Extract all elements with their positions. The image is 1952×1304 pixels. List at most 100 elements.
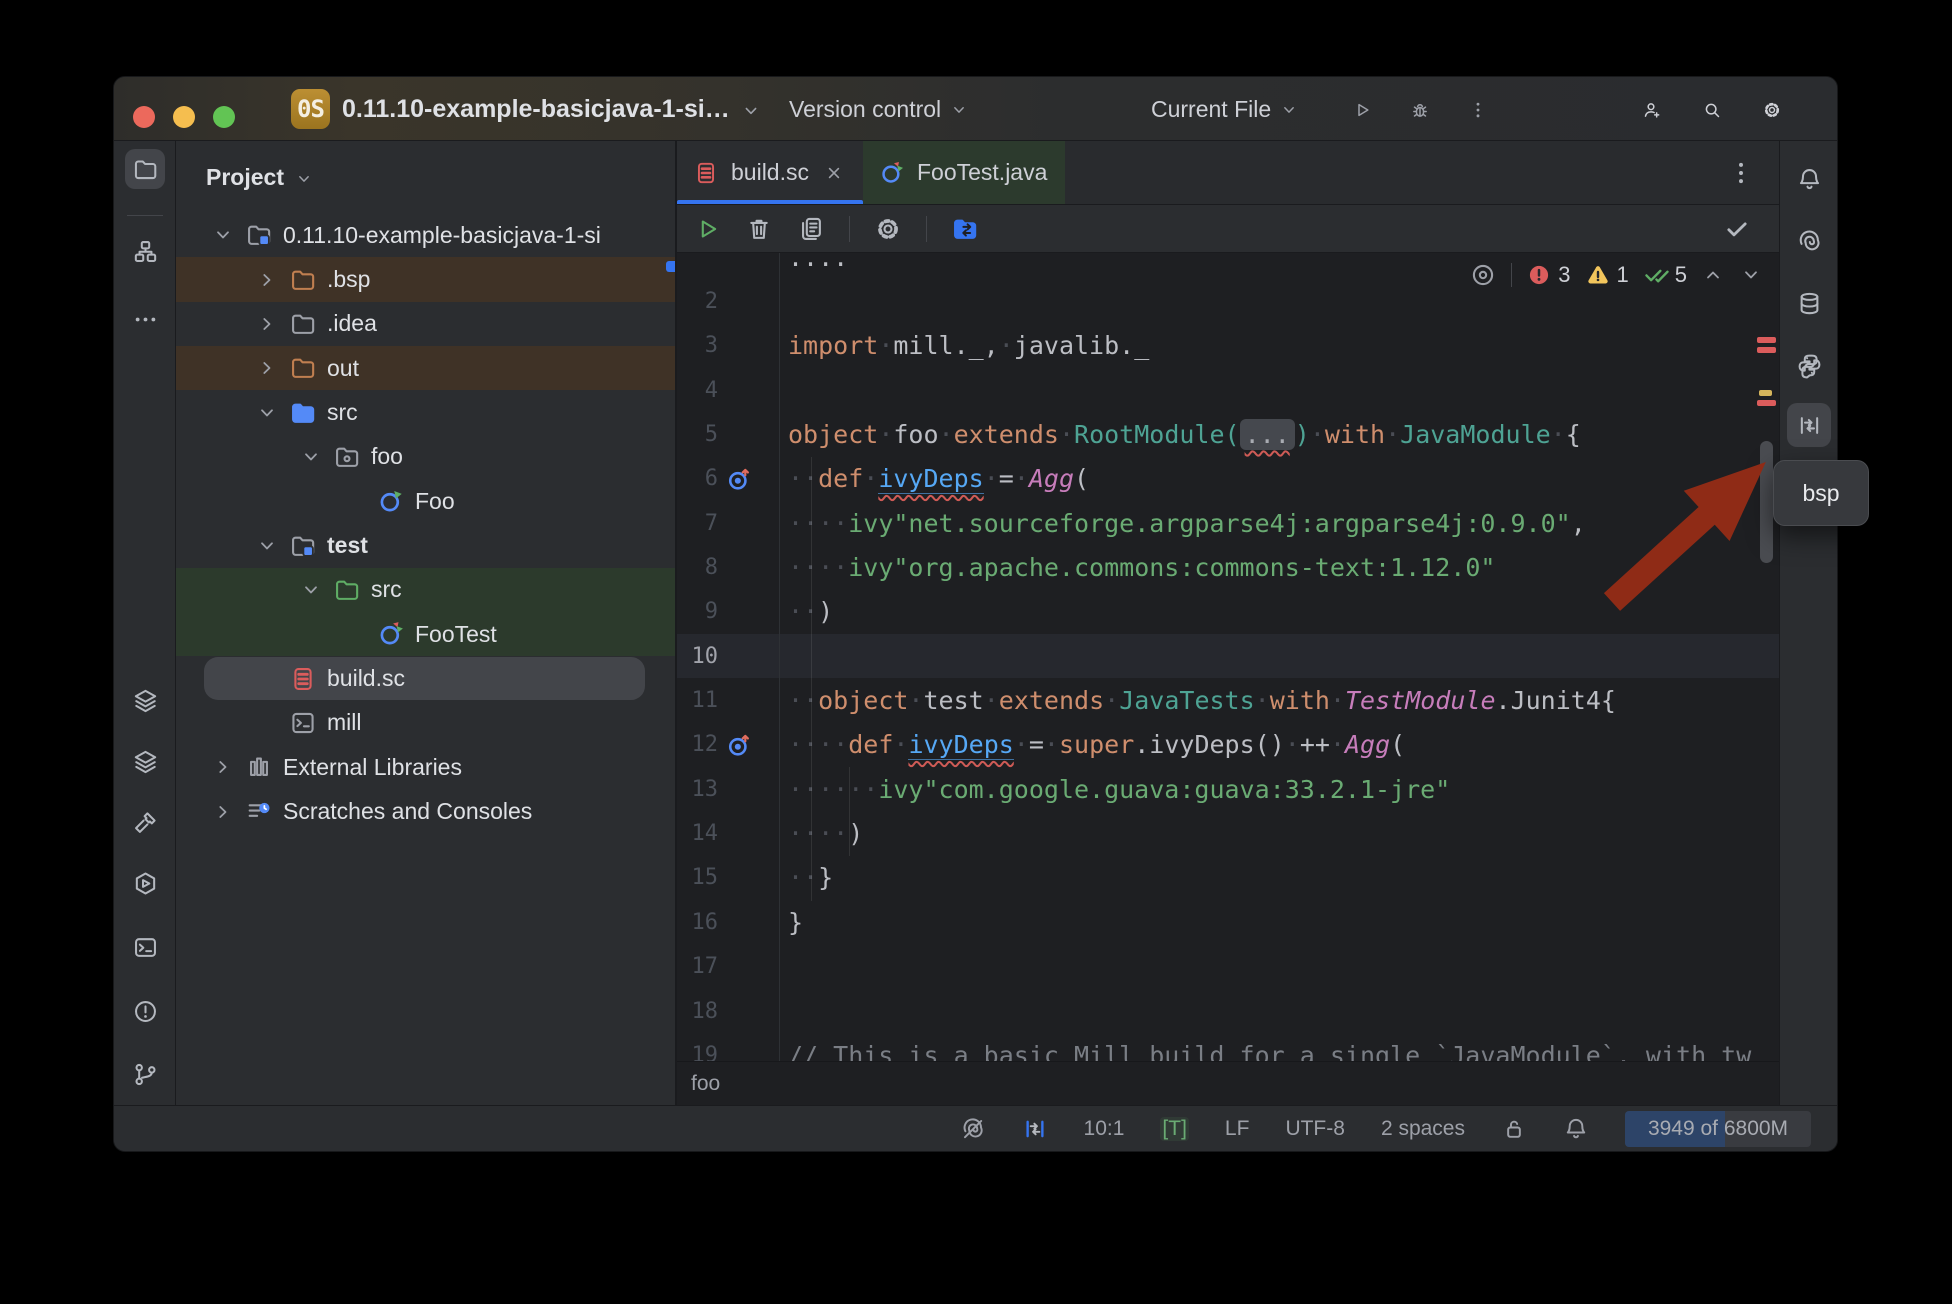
tab-options-kebab-icon[interactable] (1727, 159, 1755, 187)
gutter[interactable] (718, 457, 780, 501)
tree-item--idea[interactable]: .idea (176, 302, 675, 346)
line-number[interactable]: 5 (677, 422, 718, 447)
copy-stack-icon[interactable] (797, 215, 825, 243)
tree-item-scratches-and-consoles[interactable]: Scratches and Consoles (176, 789, 675, 833)
line-number[interactable]: 18 (677, 999, 718, 1024)
chevron-right-icon[interactable] (211, 800, 235, 824)
line-number[interactable]: 11 (677, 688, 718, 713)
line-number[interactable]: 17 (677, 954, 718, 979)
line-number[interactable]: 2 (677, 289, 718, 314)
code-line-12[interactable]: 12····def·ivyDeps·=·super.ivyDeps()·++·A… (677, 723, 1779, 767)
minimize-window-button[interactable] (173, 106, 195, 128)
gear-icon[interactable] (874, 215, 902, 243)
code-line-8[interactable]: 8····ivy"org.apache.commons:commons-text… (677, 545, 1779, 589)
indent-setting[interactable]: 2 spaces (1381, 1117, 1465, 1141)
chevron-down-icon[interactable] (299, 445, 323, 469)
vcs-widget[interactable]: Version control (789, 77, 969, 141)
gutter[interactable] (718, 767, 780, 811)
gutter[interactable] (718, 678, 780, 722)
debug-button[interactable] (1410, 100, 1430, 120)
code-line-18[interactable]: 18 (677, 989, 1779, 1033)
line-number[interactable]: 4 (677, 378, 718, 403)
gutter[interactable] (718, 634, 780, 678)
chevron-down-icon[interactable] (211, 223, 235, 247)
line-number[interactable]: 12 (677, 732, 718, 757)
tree-item-build-sc[interactable]: build.sc (176, 656, 675, 700)
code-editor[interactable]: 1....23import·mill._,·javalib._45object·… (677, 253, 1779, 1061)
warning-stripe-mark[interactable] (1759, 390, 1772, 396)
search-icon[interactable] (1702, 100, 1722, 120)
lock-open-icon[interactable] (1501, 1116, 1527, 1142)
close-icon[interactable] (823, 162, 845, 184)
chevron-right-icon[interactable] (255, 268, 279, 292)
line-number[interactable]: 10 (677, 644, 718, 669)
code-line-6[interactable]: 6··def·ivyDeps·=·Agg( (677, 457, 1779, 501)
project-panel-header[interactable]: Project (176, 141, 675, 213)
build-hammer-icon[interactable] (125, 802, 165, 842)
code-line-5[interactable]: 5object·foo·extends·RootModule(...)·with… (677, 412, 1779, 456)
passed-check-icon[interactable] (1643, 262, 1669, 288)
gutter[interactable] (718, 900, 780, 944)
problems-icon[interactable] (125, 991, 165, 1031)
tree-item-src[interactable]: src (176, 568, 675, 612)
run-task-icon[interactable] (693, 215, 721, 243)
tree-item-foo[interactable]: Foo (176, 479, 675, 523)
project-title-widget[interactable]: 0.11.10-example-basicjava-1-si… (342, 77, 762, 141)
code-line-15[interactable]: 15··} (677, 856, 1779, 900)
error-stripe-mark[interactable] (1757, 400, 1776, 406)
gutter[interactable] (718, 368, 780, 412)
tree-item-external-libraries[interactable]: External Libraries (176, 745, 675, 789)
delete-icon[interactable] (745, 215, 773, 243)
gutter[interactable] (718, 253, 780, 279)
ai-assistant-icon[interactable] (1789, 221, 1829, 261)
code-line-3[interactable]: 3import·mill._,·javalib._ (677, 324, 1779, 368)
gutter[interactable] (718, 945, 780, 989)
line-number[interactable]: 13 (677, 777, 718, 802)
highlighting-eye-icon[interactable] (1469, 261, 1497, 289)
services-icon[interactable] (125, 863, 165, 903)
zoom-window-button[interactable] (213, 106, 235, 128)
memory-indicator[interactable]: 3949 of 6800M (1625, 1111, 1811, 1147)
bsp-endpoints-icon[interactable] (1787, 403, 1831, 447)
tree-item-src[interactable]: src (176, 390, 675, 434)
project-folder-icon[interactable] (125, 149, 165, 189)
code-line-16[interactable]: 16} (677, 900, 1779, 944)
tree-item-foo[interactable]: foo (176, 435, 675, 479)
tree-item-test[interactable]: test (176, 523, 675, 567)
next-problem-icon[interactable] (1739, 263, 1763, 287)
gutter[interactable] (718, 412, 780, 456)
line-number[interactable]: 14 (677, 821, 718, 846)
run-configuration-widget[interactable]: Current File (1151, 77, 1299, 141)
more-tools-icon[interactable] (125, 299, 165, 339)
file-type-badge[interactable]: [T] (1160, 1117, 1189, 1141)
tree-item-footest[interactable]: FooTest (176, 612, 675, 656)
gutter[interactable] (718, 1033, 780, 1061)
database-icon[interactable] (1789, 283, 1829, 323)
bsp-status-icon[interactable] (1022, 1116, 1048, 1142)
chevron-right-icon[interactable] (255, 356, 279, 380)
override-marker-icon[interactable] (725, 465, 753, 493)
error-badge-icon[interactable] (1526, 262, 1552, 288)
chevron-right-icon[interactable] (211, 755, 235, 779)
code-line-13[interactable]: 13······ivy"com.google.guava:guava:33.2.… (677, 767, 1779, 811)
more-actions-button[interactable] (1468, 100, 1488, 120)
warning-badge-icon[interactable] (1585, 262, 1611, 288)
chevron-down-icon[interactable] (299, 578, 323, 602)
gutter[interactable] (718, 811, 780, 855)
line-separator[interactable]: LF (1225, 1117, 1250, 1141)
add-user-icon[interactable] (1642, 100, 1662, 120)
gutter[interactable] (718, 590, 780, 634)
chevron-down-icon[interactable] (255, 534, 279, 558)
gutter[interactable] (718, 989, 780, 1033)
line-number[interactable]: 16 (677, 910, 718, 935)
run-button[interactable] (1352, 100, 1372, 120)
code-line-19[interactable]: 19// This is a basic Mill build for a si… (677, 1033, 1779, 1061)
gutter[interactable] (718, 723, 780, 767)
code-line-4[interactable]: 4 (677, 368, 1779, 412)
gutter[interactable] (718, 279, 780, 323)
layers-icon[interactable] (125, 680, 165, 720)
breadcrumb-item[interactable]: foo (691, 1072, 720, 1096)
python-packages-icon[interactable] (1789, 345, 1829, 385)
terminal-icon[interactable] (125, 927, 165, 967)
error-stripe-mark[interactable] (1757, 337, 1776, 343)
